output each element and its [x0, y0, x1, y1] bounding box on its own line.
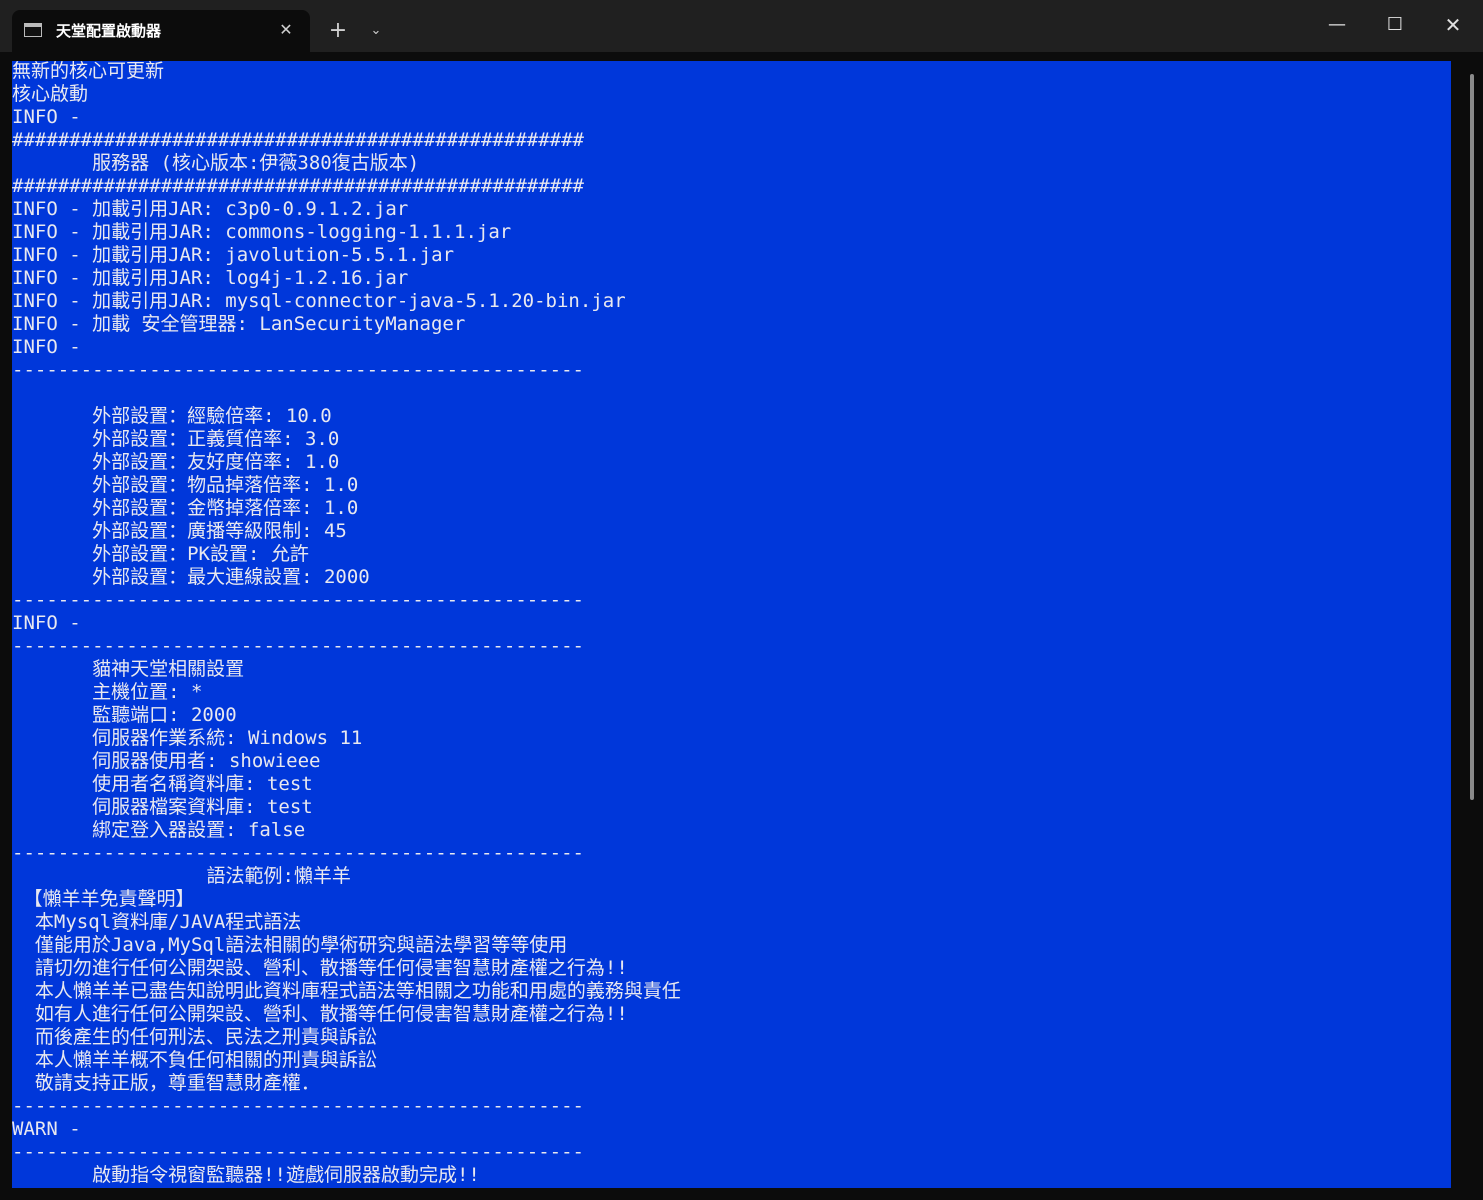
console-line: 綁定登入器設置: false	[12, 819, 306, 841]
tab-close-icon[interactable]: ✕	[274, 18, 298, 42]
console-line: 外部設置：最大連線設置: 2000	[12, 566, 370, 588]
console-line: ########################################…	[12, 129, 584, 151]
console-line: 【懶羊羊免責聲明】	[12, 888, 195, 910]
console-line: 伺服器使用者: showieee	[12, 750, 321, 772]
close-button[interactable]: ✕	[1430, 6, 1476, 44]
console-line: 外部設置：PK設置: 允許	[12, 543, 309, 565]
console-line: INFO - 加載引用JAR: commons-logging-1.1.1.ja…	[12, 221, 512, 243]
scrollbar[interactable]	[1470, 74, 1474, 800]
console-line: 啟動指令視窗監聽器!!遊戲伺服器啟動完成!!	[12, 1164, 480, 1186]
console-line: 核心啟動	[12, 83, 89, 105]
console-line: 本Mysql資料庫/JAVA程式語法	[12, 911, 302, 933]
console-line: 語法範例:懶羊羊	[12, 865, 351, 887]
console-line: 使用者名稱資料庫: test	[12, 773, 313, 795]
console-line: 僅能用於Java,MySql語法相關的學術研究與語法學習等等使用	[12, 934, 568, 956]
console-line: 請切勿進行任何公開架設、營利、散播等任何侵害智慧財產權之行為!!	[12, 957, 628, 979]
console-output[interactable]: 無新的核心可更新 核心啟動 INFO - ######################…	[12, 61, 1451, 1188]
console-line: INFO - 加載 安全管理器: LanSecurityManager	[12, 313, 466, 335]
console-line: 主機位置: *	[12, 681, 203, 703]
console-line: ----------------------------------------…	[12, 842, 584, 864]
console-line: 無新的核心可更新	[12, 61, 165, 82]
console-line: INFO -	[12, 336, 81, 358]
console-line: INFO - 加載引用JAR: log4j-1.2.16.jar	[12, 267, 409, 289]
console-line: 伺服器作業系統: Windows 11	[12, 727, 363, 749]
new-tab-button[interactable]: +	[324, 17, 352, 45]
console-line: 外部設置：物品掉落倍率: 1.0	[12, 474, 359, 496]
console-line: INFO -	[12, 612, 81, 634]
console-line: ----------------------------------------…	[12, 635, 584, 657]
console-line: ----------------------------------------…	[12, 359, 584, 381]
console-line: WARN -	[12, 1118, 81, 1140]
console-line: 外部設置：經驗倍率: 10.0	[12, 405, 332, 427]
console-line: INFO - 加載引用JAR: javolution-5.5.1.jar	[12, 244, 455, 266]
console-line: 如有人進行任何公開架設、營利、散播等任何侵害智慧財產權之行為!!	[12, 1003, 628, 1025]
terminal-icon	[24, 23, 42, 37]
console-line: 外部設置：友好度倍率: 1.0	[12, 451, 340, 473]
console-lines: 無新的核心可更新 核心啟動 INFO - ######################…	[12, 61, 681, 1187]
tab-title: 天堂配置啟動器	[56, 22, 162, 40]
console-line: 外部設置：廣播等級限制: 45	[12, 520, 347, 542]
title-bar[interactable]: 天堂配置啟動器 ✕ + ⌄ — ☐ ✕	[0, 0, 1483, 52]
console-line: 伺服器檔案資料庫: test	[12, 796, 313, 818]
console-line: 服務器 (核心版本:伊薇380復古版本)	[12, 152, 420, 174]
console-line: INFO - 加載引用JAR: c3p0-0.9.1.2.jar	[12, 198, 409, 220]
terminal-window: 天堂配置啟動器 ✕ + ⌄ — ☐ ✕ 無新的核心可更新 核心啟動 INFO - ##…	[0, 0, 1483, 1200]
console-line: 外部設置：正義質倍率: 3.0	[12, 428, 340, 450]
console-line: ----------------------------------------…	[12, 1095, 584, 1117]
console-line: 貓神天堂相關設置	[12, 658, 245, 680]
console-line: 本人懶羊羊概不負任何相關的刑責與訴訟	[12, 1049, 377, 1071]
console-line: INFO -	[12, 106, 81, 128]
console-line: 而後產生的任何刑法、民法之刑責與訴訟	[12, 1026, 377, 1048]
console-line: ----------------------------------------…	[12, 589, 584, 611]
console-line: 監聽端口: 2000	[12, 704, 237, 726]
chevron-down-icon[interactable]: ⌄	[362, 17, 390, 45]
console-line: ----------------------------------------…	[12, 1141, 584, 1163]
console-line: 本人懶羊羊已盡告知說明此資料庫程式語法等相關之功能和用處的義務與責任	[12, 980, 681, 1002]
tab-active[interactable]: 天堂配置啟動器 ✕	[12, 10, 310, 52]
console-line: 敬請支持正版，尊重智慧財產權．	[12, 1072, 320, 1094]
console-line: ########################################…	[12, 175, 584, 197]
console-line: 外部設置：金幣掉落倍率: 1.0	[12, 497, 359, 519]
console-line: INFO - 加載引用JAR: mysql-connector-java-5.1…	[12, 290, 626, 312]
minimize-button[interactable]: —	[1314, 6, 1360, 44]
maximize-button[interactable]: ☐	[1372, 6, 1418, 44]
